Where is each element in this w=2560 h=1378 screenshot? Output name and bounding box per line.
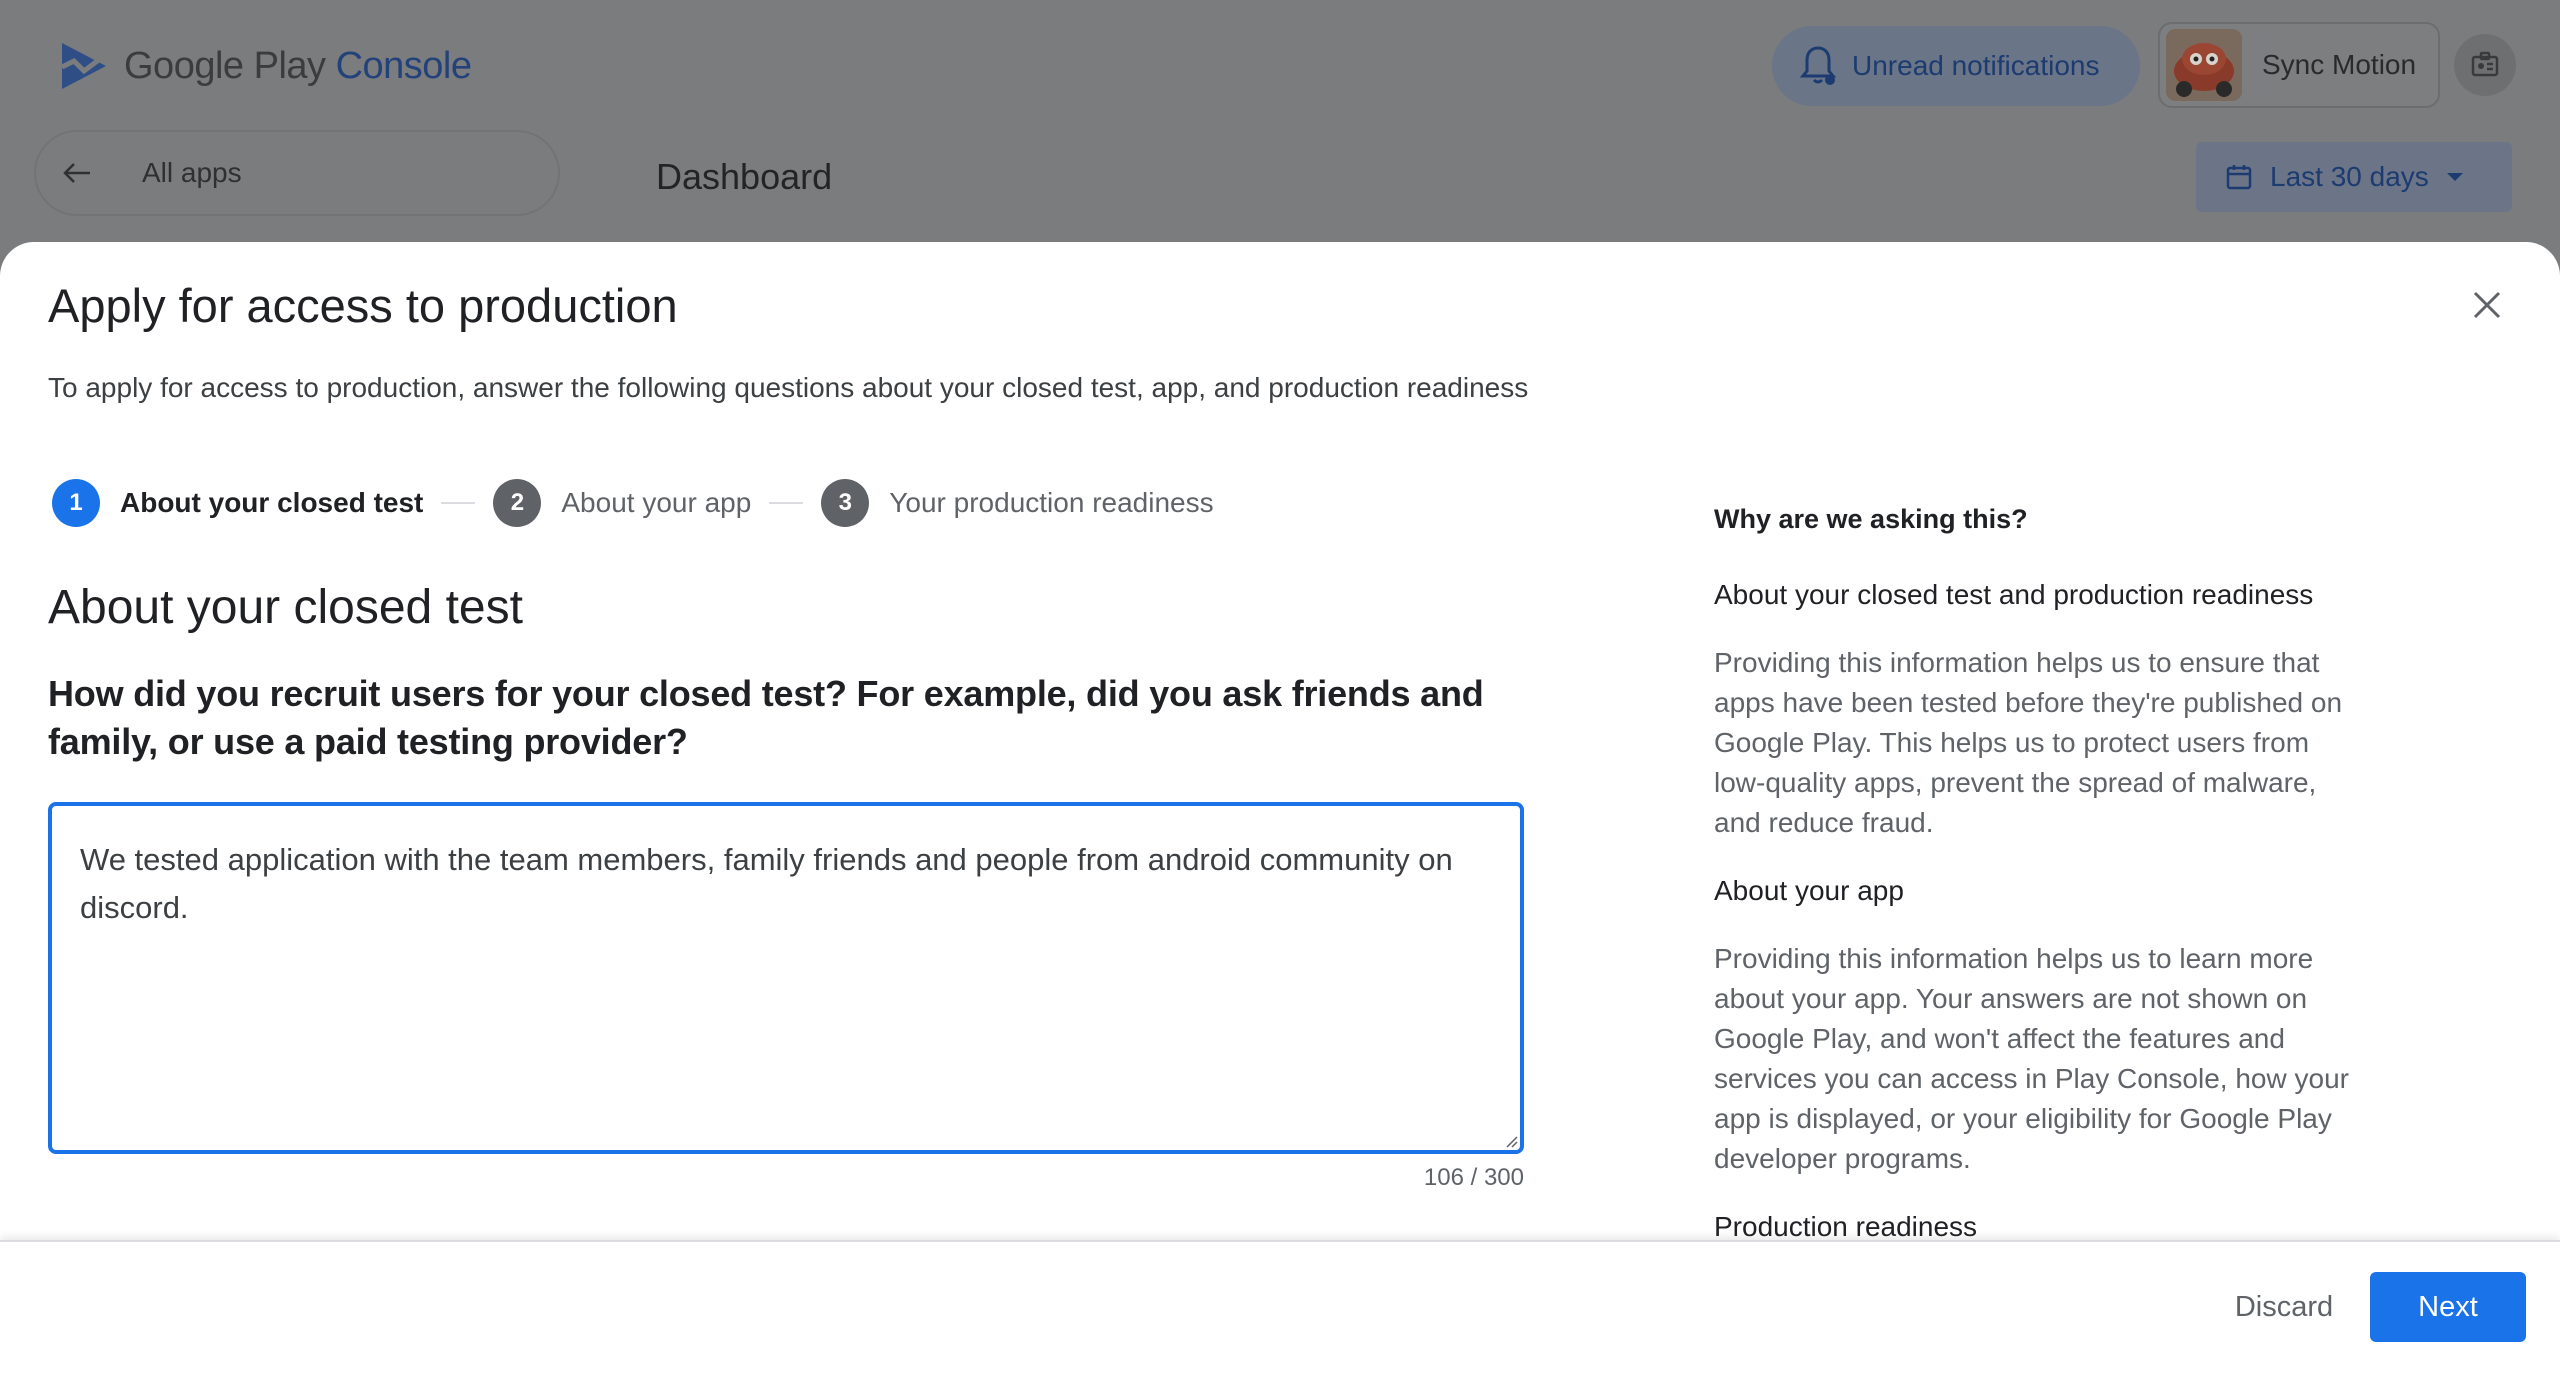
unread-notifications-button[interactable]: Unread notifications (1772, 26, 2140, 106)
account-switcher[interactable]: Sync Motion (2158, 22, 2440, 108)
dialog-subtitle: To apply for access to production, answe… (48, 372, 1529, 403)
step-production-readiness[interactable]: 3 Your production readiness (821, 479, 1214, 527)
play-console-logo-icon (60, 43, 106, 89)
dropdown-arrow-icon (2446, 173, 2463, 181)
bell-icon (1799, 46, 1837, 85)
help-subheading: About your closed test and production re… (1714, 579, 2314, 610)
discard-button[interactable]: Discard (2214, 1272, 2354, 1342)
account-name: Sync Motion (2262, 49, 2417, 80)
help-subheading: About your app (1714, 875, 1904, 906)
dialog-title: Apply for access to production (48, 279, 678, 332)
step-number-1: 1 (52, 479, 100, 527)
question-text: How did you recruit users for your close… (48, 673, 1484, 762)
close-icon (2473, 291, 2501, 319)
all-apps-button[interactable]: All apps (34, 130, 560, 216)
help-panel: Why are we asking this? About your close… (1714, 504, 2354, 1275)
step-label-3: Your production readiness (889, 487, 1214, 518)
apply-production-dialog: Apply for access to production To apply … (0, 242, 2560, 1378)
section-title: About your closed test (48, 581, 523, 634)
account-avatar (2166, 29, 2242, 101)
answer-field[interactable]: We tested application with the team memb… (48, 802, 1524, 1154)
next-button[interactable]: Next (2370, 1272, 2526, 1342)
step-about-app[interactable]: 2 About your app (493, 479, 751, 527)
stepper: 1 About your closed test 2 About your ap… (52, 476, 1214, 530)
google-play-console-logo[interactable]: Google Play Console (58, 36, 472, 96)
step-separator (769, 502, 804, 504)
step-separator (441, 502, 476, 504)
step-number-3: 3 (821, 479, 870, 527)
step-label-2: About your app (561, 487, 752, 518)
date-range-button[interactable]: Last 30 days (2196, 142, 2512, 212)
arrow-back-icon (63, 163, 90, 183)
app-header: Google Play Console Unread notifications… (0, 0, 2560, 242)
logo-text: Google Play Console (124, 44, 472, 87)
resize-handle-icon[interactable] (1502, 1132, 1518, 1148)
step-closed-test[interactable]: 1 About your closed test (52, 479, 423, 527)
help-paragraph: Providing this information helps us to e… (1714, 647, 2343, 838)
answer-textarea[interactable]: We tested application with the team memb… (80, 836, 1492, 1120)
step-number-2: 2 (493, 479, 542, 527)
help-heading: Why are we asking this? (1714, 504, 2028, 534)
date-range-label: Last 30 days (2270, 161, 2429, 192)
help-paragraph: Providing this information helps us to l… (1714, 943, 2349, 1174)
close-dialog-button[interactable] (2462, 280, 2512, 330)
all-apps-label: All apps (142, 157, 242, 188)
calendar-icon (2226, 165, 2252, 190)
page-title: Dashboard (656, 156, 833, 197)
step-label-1: About your closed test (120, 487, 424, 518)
id-card-icon (2471, 51, 2499, 77)
dialog-footer: Discard Next (0, 1240, 2560, 1378)
notifications-label: Unread notifications (1852, 50, 2100, 81)
character-counter: 106 / 300 (1423, 1164, 1524, 1191)
profile-menu-button[interactable] (2454, 34, 2516, 96)
